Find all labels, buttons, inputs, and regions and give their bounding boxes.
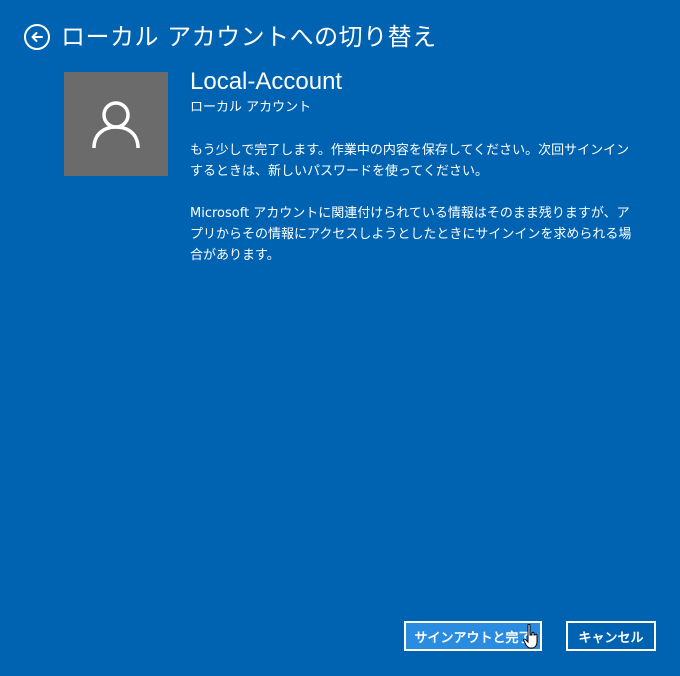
arrow-left-circle-icon [31, 32, 43, 42]
completion-message: もう少しで完了します。作業中の内容を保存してください。次回サインインするときは、… [190, 143, 630, 179]
back-button[interactable] [24, 24, 50, 50]
avatar [64, 72, 168, 176]
page-title: ローカル アカウントへの切り替え [61, 23, 437, 51]
account-info: Local-Account ローカル アカウント もう少しで完了します。作業中の… [190, 66, 640, 266]
microsoft-account-notice: Microsoft アカウントに関連付けられている情報はそのまま残りますが、アプ… [190, 206, 632, 263]
sign-out-and-finish-button[interactable]: サインアウトと完了 [404, 621, 542, 651]
account-name: Local-Account [190, 68, 343, 95]
person-icon [92, 101, 140, 149]
cancel-button[interactable]: キャンセル [566, 621, 656, 651]
account-type: ローカル アカウント [190, 100, 312, 115]
header: ローカル アカウントへの切り替え [24, 22, 437, 52]
